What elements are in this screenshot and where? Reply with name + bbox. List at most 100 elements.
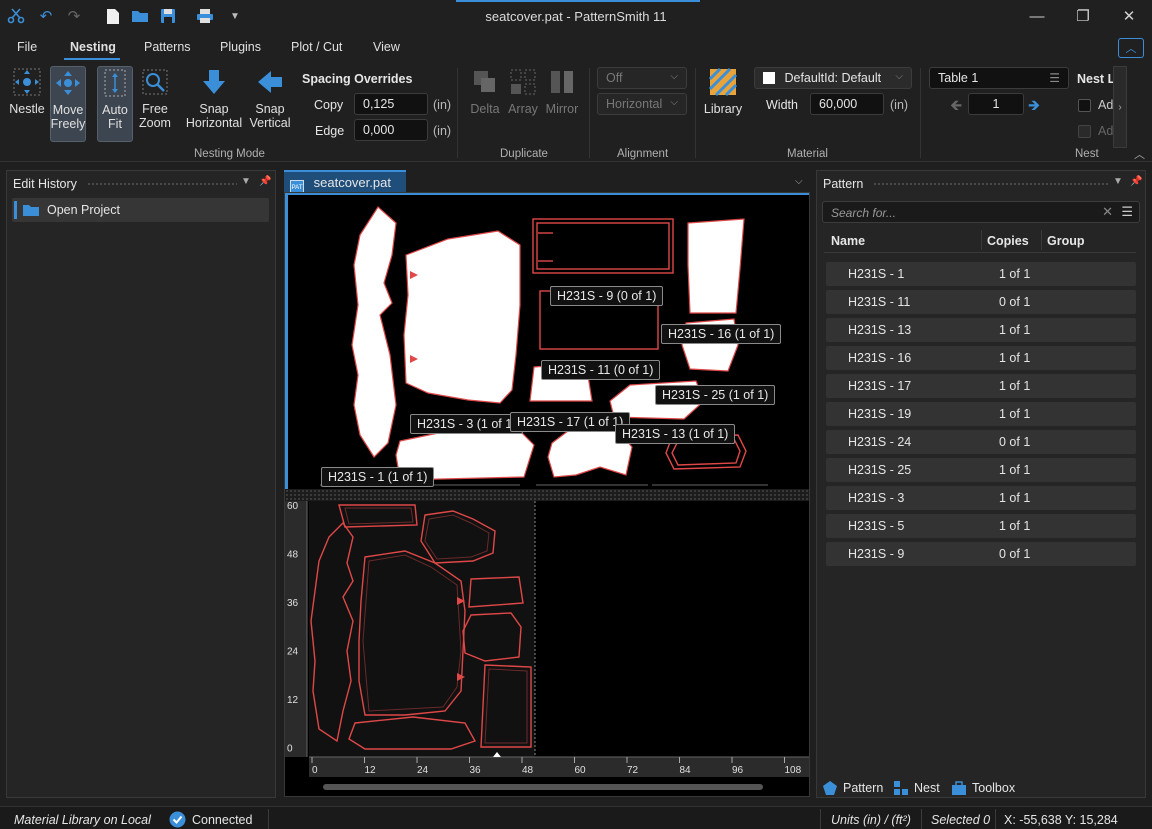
menu-nesting[interactable]: Nesting [70,40,116,54]
table-row[interactable]: H231S - 17 1 of 1 [826,374,1136,398]
menu-bar: File Nesting Patterns Plugins Plot / Cut… [0,32,1152,62]
table-row[interactable]: H231S - 13 1 of 1 [826,318,1136,342]
duplicate-group-label: Duplicate [500,148,548,160]
pattern-label-h231s-3[interactable]: H231S - 3 (1 of 1) [410,414,524,434]
nest-layout-canvas: 0 12 24 36 48 60 72 84 96 108 60 48 36 24 12 0 [285,501,809,790]
tab-pattern[interactable]: Pattern [822,780,883,796]
column-separator[interactable] [1041,230,1042,250]
row-copies: 0 of 1 [999,295,1031,309]
pattern-label-h231s-1[interactable]: H231S - 1 (1 of 1) [321,467,435,487]
pattern-pieces-view[interactable]: H231S - 9 (0 of 1) H231S - 16 (1 of 1) H… [285,193,809,489]
restore-icon[interactable]: ❐ [1060,0,1106,32]
collapse-ribbon-button[interactable]: ︿ [1118,38,1144,58]
chevron-down-icon: ⌵ [670,71,678,82]
column-header-copies[interactable]: Copies [987,234,1029,248]
y-tick-label: 36 [287,598,299,609]
menu-plugins[interactable]: Plugins [220,40,261,54]
view-splitter[interactable] [285,489,809,501]
spacing-overrides-title: Spacing Overrides [302,72,413,86]
ribbon-scroll-right-button[interactable]: › [1113,66,1127,148]
table-row[interactable]: H231S - 24 0 of 1 [826,430,1136,454]
snap-horizontal-button[interactable]: Snap Horizontal [184,66,244,142]
table-row[interactable]: H231S - 19 1 of 1 [826,402,1136,426]
column-separator[interactable] [981,230,982,250]
pattern-search-input[interactable]: Search for... ✕ ☰ [822,201,1140,223]
array-button[interactable]: Array [505,66,541,142]
tab-pattern-label: Pattern [843,781,884,795]
menu-patterns[interactable]: Patterns [144,40,191,54]
tab-toolbox[interactable]: Toolbox [951,780,1015,796]
add-option-checkbox-2[interactable] [1078,125,1091,138]
table-row[interactable]: H231S - 1 1 of 1 [826,262,1136,286]
mirror-button[interactable]: Mirror [543,66,581,142]
pattern-label-h231s-9[interactable]: H231S - 9 (0 of 1) [550,286,664,306]
copy-spacing-input[interactable]: 0,125 [354,93,428,115]
menu-file[interactable]: File [17,40,37,54]
delta-icon [469,66,501,98]
add-option-checkbox-1[interactable] [1078,99,1091,112]
ribbon-collapse-chevron-icon[interactable]: ︿ [1134,146,1145,162]
pattern-label-h231s-17[interactable]: H231S - 17 (1 of 1) [510,412,631,432]
title-bar: ↶ ↷ ▼ seatcover.pat - PatternSmith 11 — … [0,0,1152,32]
auto-fit-button[interactable]: Auto Fit [97,66,133,142]
edge-spacing-input[interactable]: 0,000 [354,119,428,141]
nest-layout-view[interactable]: 0 12 24 36 48 60 72 84 96 108 60 48 36 24 12 0 [285,501,809,796]
chevron-down-icon[interactable]: ▼ [241,176,251,187]
pattern-label-h231s-13[interactable]: H231S - 13 (1 of 1) [615,424,736,444]
alignment-mode-dropdown[interactable]: Off ⌵ [597,67,687,89]
table-dropdown[interactable]: Table 1 ☰ [929,67,1069,89]
table-row[interactable]: H231S - 16 1 of 1 [826,346,1136,370]
chevron-down-icon: ⌵ [895,71,903,82]
material-width-input[interactable]: 60,000 [810,93,884,115]
x-tick-label: 0 [312,765,318,776]
tab-seatcover[interactable]: PAT seatcover.pat ✕ [284,170,406,209]
pattern-label-h231s-25[interactable]: H231S - 25 (1 of 1) [655,385,776,405]
history-item[interactable]: Open Project [12,198,269,222]
pin-icon[interactable]: 📌 [259,176,271,187]
nesting-mode-group-label: Nesting Mode [194,148,265,160]
width-unit-label: (in) [890,98,909,112]
minimize-icon[interactable]: — [1014,0,1060,32]
row-copies: 1 of 1 [999,323,1031,337]
material-dropdown[interactable]: DefaultId: Default ⌵ [754,67,912,89]
table-row[interactable]: H231S - 25 1 of 1 [826,458,1136,482]
auto-fit-label-1: Auto [102,103,128,117]
row-name: H231S - 24 [848,435,912,449]
clear-search-icon[interactable]: ✕ [1102,204,1113,220]
history-item-label: Open Project [47,203,120,217]
table-row[interactable]: H231S - 11 0 of 1 [826,290,1136,314]
library-button[interactable]: Library [702,66,744,142]
menu-plot-cut[interactable]: Plot / Cut [291,40,342,54]
alignment-direction-dropdown[interactable]: Horizontal ⌵ [597,93,687,115]
next-nest-arrow-icon[interactable]: 🡺 [1028,95,1040,120]
table-row[interactable]: H231S - 9 0 of 1 [826,542,1136,566]
table-row[interactable]: H231S - 3 1 of 1 [826,486,1136,510]
row-name: H231S - 5 [848,519,905,533]
x-tick-label: 12 [365,765,377,776]
pattern-label-h231s-11[interactable]: H231S - 11 (0 of 1) [541,360,661,380]
move-freely-label-1: Move [52,103,84,117]
chevron-down-icon[interactable]: ⌵ [795,176,803,187]
delta-button[interactable]: Delta [468,66,502,142]
close-icon[interactable]: ✕ [1106,0,1152,32]
nestle-button[interactable]: Nestle [6,66,48,142]
pattern-label-h231s-16[interactable]: H231S - 16 (1 of 1) [661,324,782,344]
filter-menu-icon[interactable]: ☰ [1121,204,1133,220]
column-header-group[interactable]: Group [1047,234,1085,248]
pin-icon[interactable]: 📌 [1130,176,1142,187]
previous-nest-arrow-icon[interactable]: 🡸 [950,95,962,120]
column-header-name[interactable]: Name [831,234,865,248]
free-zoom-button[interactable]: Free Zoom [136,66,174,142]
status-separator [995,809,996,829]
table-row[interactable]: H231S - 5 1 of 1 [826,514,1136,538]
move-freely-button[interactable]: Move Freely [50,66,86,142]
document-area: H231S - 9 (0 of 1) H231S - 16 (1 of 1) H… [284,192,810,797]
free-zoom-icon [139,66,171,98]
row-copies: 1 of 1 [999,491,1031,505]
nest-page-input[interactable]: 1 [968,93,1024,115]
menu-view[interactable]: View [373,40,400,54]
snap-vertical-button[interactable]: Snap Vertical [246,66,294,142]
copy-unit-label: (in) [433,98,452,112]
chevron-down-icon[interactable]: ▼ [1113,176,1123,187]
tab-nest[interactable]: Nest [893,780,940,796]
